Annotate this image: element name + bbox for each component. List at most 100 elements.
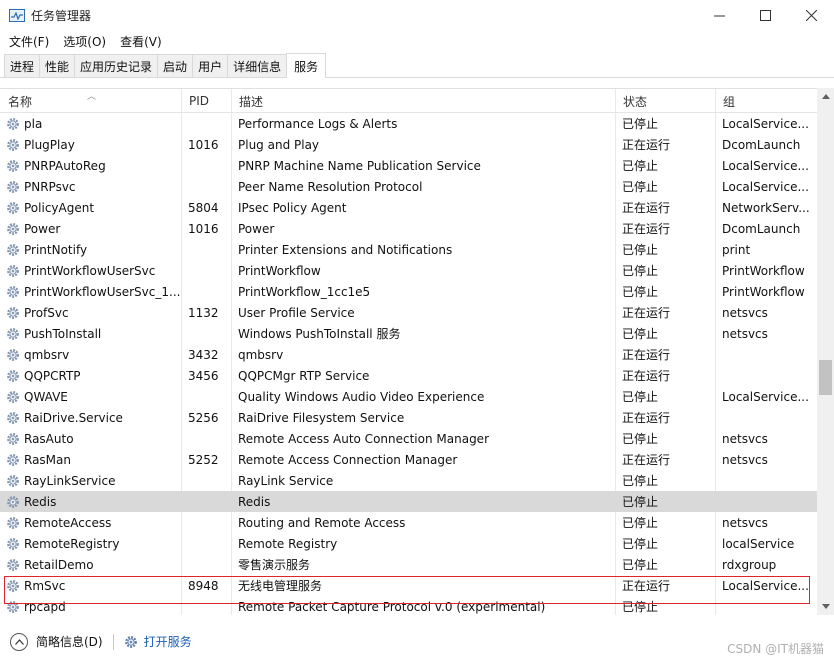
table-row[interactable]: PushToInstall Windows PushToInstall 服务 已停止… <box>0 323 817 344</box>
service-name: RayLinkService <box>24 473 116 488</box>
tab-performance[interactable]: 性能 <box>39 54 76 77</box>
column-header-status[interactable]: 状态 <box>615 89 715 113</box>
tab-processes[interactable]: 进程 <box>4 54 41 77</box>
table-row[interactable]: RemoteRegistry Remote Registry 已停止 localSer… <box>0 533 817 554</box>
service-group: netsvcs <box>722 305 768 320</box>
service-name-cell: Redis <box>6 491 180 512</box>
tab-startup[interactable]: 启动 <box>157 54 194 77</box>
gear-icon <box>7 411 19 424</box>
brief-info-button[interactable]: 简略信息(D) <box>36 633 103 650</box>
service-name-cell: RaiDrive.Service <box>6 407 180 428</box>
service-status: 已停止 <box>622 159 659 173</box>
open-services-label: 打开服务 <box>143 635 192 649</box>
table-row[interactable]: RasAuto Remote Access Auto Connection Man… <box>0 428 817 449</box>
tab-app-history[interactable]: 应用历史记录 <box>74 54 159 77</box>
service-group: LocalService... <box>722 179 809 194</box>
open-services-link[interactable]: 打开服务 <box>124 633 192 650</box>
table-row[interactable]: RmSvc 8948 无线电管理服务 正在运行 LocalService... <box>0 575 817 596</box>
service-name-cell: qmbsrv <box>6 344 180 365</box>
service-name: PlugPlay <box>24 137 75 152</box>
service-name: qmbsrv <box>24 347 70 362</box>
column-header-group[interactable]: 组 <box>715 89 817 113</box>
service-status: 已停止 <box>622 600 659 614</box>
service-name-cell: PrintWorkflowUserSvc_1... <box>6 281 180 302</box>
gear-icon <box>7 495 19 508</box>
scroll-down-button[interactable] <box>817 598 834 615</box>
table-row[interactable]: Power 1016 Power 正在运行 DcomLaunch <box>0 218 817 239</box>
service-name: RmSvc <box>24 578 66 593</box>
service-group: netsvcs <box>722 431 768 446</box>
service-name: PrintWorkflowUserSvc_1... <box>24 284 180 299</box>
table-row[interactable]: PrintWorkflowUserSvc_1... PrintWorkflow_1… <box>0 281 817 302</box>
service-group <box>722 596 815 615</box>
table-row[interactable]: pla Performance Logs & Alerts 已停止 LocalServ… <box>0 113 817 134</box>
service-name: PNRPAutoReg <box>24 158 106 173</box>
gear-icon <box>7 537 19 550</box>
column-header-description[interactable]: 描述 <box>231 89 615 113</box>
table-row[interactable]: PNRPsvc Peer Name Resolution Protocol 已停止 L… <box>0 176 817 197</box>
column-header-pid-label: PID <box>189 94 210 108</box>
gear-icon <box>7 159 19 172</box>
table-row[interactable]: RaiDrive.Service 5256 RaiDrive Filesystem … <box>0 407 817 428</box>
tab-users[interactable]: 用户 <box>192 54 229 77</box>
service-name-cell: PrintWorkflowUserSvc <box>6 260 180 281</box>
service-group: DcomLaunch <box>722 137 801 152</box>
service-group: PrintWorkflow <box>722 284 805 299</box>
gear-icon <box>7 243 19 256</box>
service-status: 已停止 <box>622 327 659 341</box>
menu-view[interactable]: 查看(V) <box>113 33 169 50</box>
table-row[interactable]: RetailDemo 零售演示服务 已停止 rdxgroup <box>0 554 817 575</box>
tab-details[interactable]: 详细信息 <box>227 54 288 77</box>
service-description: 无线电管理服务 <box>238 579 323 593</box>
table-row[interactable]: PNRPAutoReg PNRP Machine Name Publication… <box>0 155 817 176</box>
service-group: rdxgroup <box>722 557 777 572</box>
service-description: Remote Access Auto Connection Manager <box>238 431 489 446</box>
menu-file[interactable]: 文件(F) <box>0 33 56 50</box>
table-row[interactable]: RasMan 5252 Remote Access Connection Manag… <box>0 449 817 470</box>
table-row[interactable]: ProfSvc 1132 User Profile Service 正在运行 netsv… <box>0 302 817 323</box>
service-status: 已停止 <box>622 516 659 530</box>
service-group: localService <box>722 536 795 551</box>
table-row[interactable]: rpcapd Remote Packet Capture Protocol v.0… <box>0 596 817 615</box>
service-description: QQPCMgr RTP Service <box>238 368 370 383</box>
service-pid <box>188 113 232 134</box>
column-header-pid[interactable]: PID <box>181 89 231 113</box>
scroll-up-button[interactable] <box>817 88 834 105</box>
service-name: RetailDemo <box>24 557 94 572</box>
maximize-button[interactable] <box>742 0 788 31</box>
table-row[interactable]: RemoteAccess Routing and Remote Access 已停止… <box>0 512 817 533</box>
vertical-scrollbar[interactable] <box>817 88 834 615</box>
service-pid: 3432 <box>188 347 219 362</box>
footer-bar: 简略信息(D) 打开服务 CSDN @IT机器猫 <box>0 618 834 665</box>
service-name-cell: ProfSvc <box>6 302 180 323</box>
table-row[interactable]: Redis Redis 已停止 <box>0 491 817 512</box>
table-row[interactable]: PrintWorkflowUserSvc PrintWorkflow 已停止 Prin… <box>0 260 817 281</box>
minimize-button[interactable] <box>696 0 742 31</box>
table-row[interactable]: qmbsrv 3432 qmbsrv 正在运行 <box>0 344 817 365</box>
table-header: 名称 ︿ PID 描述 状态 组 <box>0 89 817 113</box>
table-row[interactable]: QQPCRTP 3456 QQPCMgr RTP Service 正在运行 <box>0 365 817 386</box>
service-description: Remote Registry <box>238 536 338 551</box>
column-header-name-label: 名称 <box>8 94 33 109</box>
table-row[interactable]: RayLinkService RayLink Service 已停止 <box>0 470 817 491</box>
title-bar[interactable]: 任务管理器 <box>0 0 834 31</box>
gear-icon <box>7 222 19 235</box>
table-row[interactable]: QWAVE Quality Windows Audio Video Experie… <box>0 386 817 407</box>
service-name-cell: PlugPlay <box>6 134 180 155</box>
maximize-icon <box>759 10 771 21</box>
service-pid <box>188 470 232 491</box>
service-pid <box>188 323 232 344</box>
table-row[interactable]: PlugPlay 1016 Plug and Play 正在运行 DcomLaunch <box>0 134 817 155</box>
table-row[interactable]: PrintNotify Printer Extensions and Notifi… <box>0 239 817 260</box>
service-pid: 1016 <box>188 137 219 152</box>
chevron-up-circle-icon[interactable] <box>10 632 28 651</box>
close-button[interactable] <box>788 0 834 31</box>
gear-icon <box>7 390 19 403</box>
service-name-cell: QWAVE <box>6 386 180 407</box>
service-pid <box>188 176 232 197</box>
service-description: Power <box>238 221 275 236</box>
menu-options[interactable]: 选项(O) <box>56 33 113 50</box>
tab-services[interactable]: 服务 <box>286 53 327 78</box>
scrollbar-thumb[interactable] <box>819 360 832 395</box>
table-row[interactable]: PolicyAgent 5804 IPsec Policy Agent 正在运行 Net… <box>0 197 817 218</box>
